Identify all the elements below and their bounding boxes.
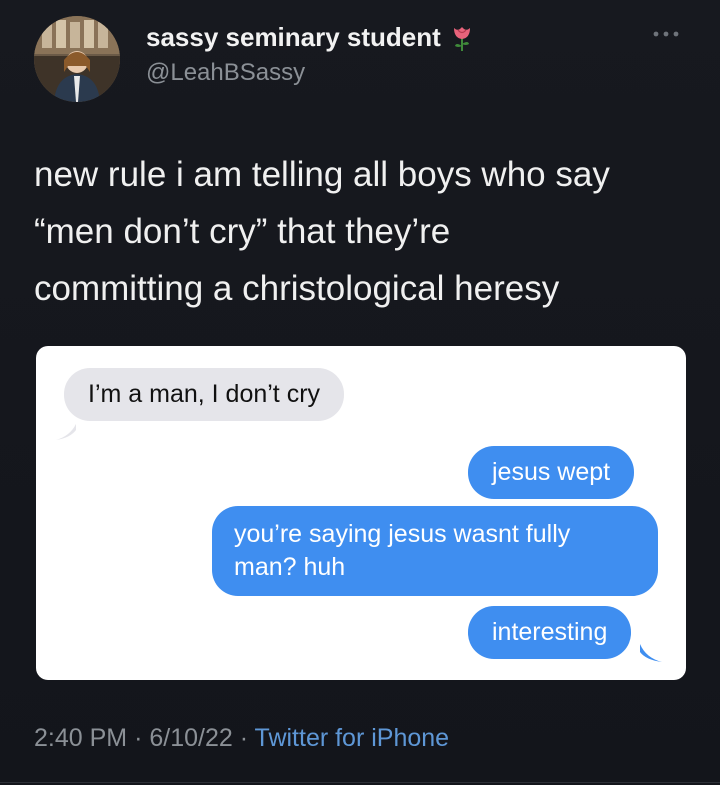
avatar[interactable] — [34, 16, 120, 102]
rose-icon — [449, 24, 475, 52]
tweet: sassy seminary student @LeahBSassy new r… — [0, 0, 720, 785]
sent-message-bubble: interesting — [468, 606, 632, 659]
author-names: sassy seminary student @LeahBSassy — [146, 22, 475, 87]
received-bubble-tail — [56, 424, 76, 440]
sent-bubble-tail — [640, 644, 662, 662]
handle[interactable]: @LeahBSassy — [146, 59, 475, 87]
tweet-source-link[interactable]: Twitter for iPhone — [255, 724, 450, 752]
sent-message-bubble: jesus wept — [468, 446, 635, 499]
tweet-text: new rule i am telling all boys who say “… — [34, 155, 610, 308]
tweet-time[interactable]: 2:40 PM — [34, 724, 127, 752]
more-options-icon[interactable] — [652, 26, 680, 37]
text-message-screenshot[interactable]: I’m a man, I don’t cry jesus wept you’re… — [36, 346, 686, 680]
sent-message-bubble: you’re saying jesus wasnt fully man? huh — [212, 506, 658, 596]
tweet-metadata: 2:40 PM · 6/10/22 · Twitter for iPhone — [34, 724, 449, 753]
meta-separator: · — [134, 724, 143, 752]
divider — [0, 782, 720, 783]
display-name[interactable]: sassy seminary student — [146, 22, 441, 53]
meta-separator: · — [239, 724, 249, 752]
received-message-bubble: I’m a man, I don’t cry — [64, 368, 345, 421]
tweet-date[interactable]: 6/10/22 — [149, 724, 232, 752]
tweet-header: sassy seminary student @LeahBSassy — [34, 16, 686, 102]
